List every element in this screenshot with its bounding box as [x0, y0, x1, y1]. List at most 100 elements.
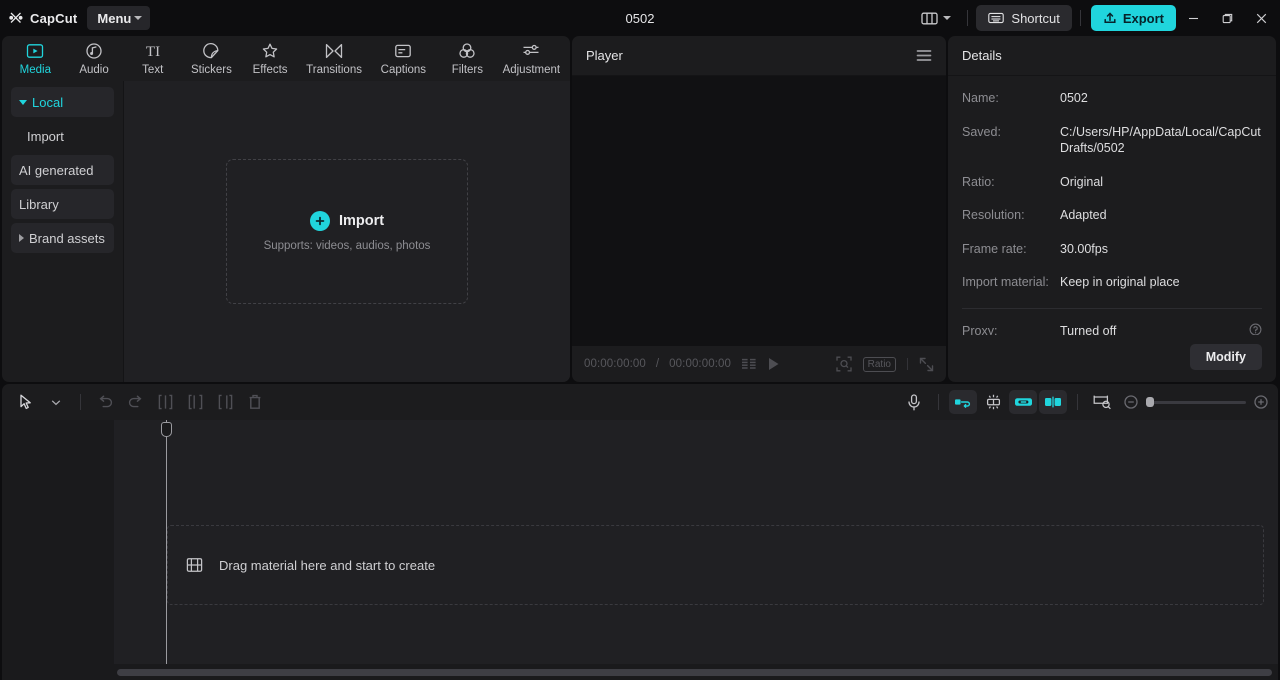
menu-button[interactable]: Menu	[87, 6, 150, 30]
timeline-scrollbar-row	[2, 664, 1278, 680]
zoom-slider[interactable]	[1146, 401, 1246, 404]
app-brand-name: CapCut	[30, 11, 77, 26]
sidebar-item-ai-generated[interactable]: AI generated	[11, 155, 114, 185]
preview-render-button[interactable]	[1088, 389, 1116, 415]
tab-effects-label: Effects	[253, 64, 288, 76]
video-preview-stage[interactable]	[572, 76, 946, 346]
close-button[interactable]	[1244, 2, 1278, 34]
tab-adjustment[interactable]: Adjustment	[497, 36, 566, 76]
tab-effects[interactable]: Effects	[241, 36, 300, 76]
detail-row-frame-rate: Frame rate: 30.00fps	[962, 241, 1262, 258]
zoom-slider-handle[interactable]	[1146, 397, 1154, 407]
detail-label: Resolution:	[962, 207, 1060, 224]
zoom-in-button[interactable]	[1254, 395, 1268, 409]
divider	[80, 394, 81, 410]
link-clips-button[interactable]	[1009, 390, 1037, 414]
divider	[938, 394, 939, 410]
timeline-dropzone[interactable]: Drag material here and start to create	[167, 525, 1264, 605]
select-tool[interactable]	[12, 389, 40, 415]
modify-button[interactable]: Modify	[1190, 344, 1262, 370]
zoom-out-button[interactable]	[1124, 395, 1138, 409]
sidebar-item-import-label: Import	[27, 129, 64, 144]
player-title: Player	[586, 48, 623, 63]
player-panel: Player 00:00:00:00 / 00:00:00:00	[572, 36, 946, 382]
shortcut-button[interactable]: Shortcut	[976, 5, 1071, 31]
import-dropzone-subtitle: Supports: videos, audios, photos	[264, 240, 431, 252]
app-brand: CapCut	[0, 10, 77, 26]
record-voiceover-button[interactable]	[900, 389, 928, 415]
split-button[interactable]	[151, 389, 179, 415]
sidebar-item-brand-assets[interactable]: Brand assets	[11, 223, 114, 253]
timeline-panel: Drag material here and start to create	[2, 384, 1278, 680]
detail-row-import-material: Import material: Keep in original place	[962, 274, 1262, 291]
tab-captions-label: Captions	[381, 64, 426, 76]
keyframe-list-icon[interactable]	[741, 358, 757, 371]
detail-row-saved: Saved: C:/Users/HP/AppData/Local/CapCut …	[962, 124, 1262, 157]
auto-edit-button[interactable]	[949, 390, 977, 414]
detail-label: Proxy:	[962, 323, 1060, 336]
divider	[967, 10, 968, 26]
divider	[907, 358, 908, 370]
import-dropzone-row: Import	[310, 211, 384, 231]
current-time: 00:00:00:00	[584, 358, 646, 370]
tab-stickers[interactable]: Stickers	[182, 36, 241, 76]
tab-media[interactable]: Media	[6, 36, 65, 76]
tab-stickers-label: Stickers	[191, 64, 232, 76]
capcut-logo-icon	[8, 10, 24, 26]
player-header: Player	[572, 36, 946, 76]
zoom-preview-icon[interactable]	[836, 356, 852, 372]
sidebar-item-local[interactable]: Local	[11, 87, 114, 117]
minimize-button[interactable]	[1176, 2, 1210, 34]
import-dropzone[interactable]: Import Supports: videos, audios, photos	[226, 159, 468, 304]
trim-end-button[interactable]	[211, 389, 239, 415]
ratio-button[interactable]: Ratio	[863, 357, 896, 372]
tab-filters[interactable]: Filters	[438, 36, 497, 76]
details-rows: Name: 0502 Saved: C:/Users/HP/AppData/Lo…	[948, 76, 1276, 335]
title-bar-controls: Shortcut Export	[913, 2, 1280, 34]
sidebar-item-library[interactable]: Library	[11, 189, 114, 219]
delete-button[interactable]	[241, 389, 269, 415]
export-upload-icon	[1103, 11, 1117, 25]
maximize-button[interactable]	[1210, 2, 1244, 34]
tab-audio[interactable]: Audio	[65, 36, 124, 76]
layout-switch-button[interactable]	[913, 8, 959, 29]
sidebar-item-import[interactable]: Import	[11, 121, 114, 151]
timeline-horizontal-scrollbar[interactable]	[117, 669, 1272, 676]
library-tabbar: Media Audio TI	[2, 36, 570, 81]
fullscreen-icon[interactable]	[919, 357, 934, 372]
detail-row-proxy: Proxy: Turned off	[962, 323, 1262, 336]
play-button[interactable]	[767, 357, 780, 371]
adjustment-icon	[521, 41, 541, 61]
film-strip-icon	[186, 557, 203, 573]
trim-start-button[interactable]	[181, 389, 209, 415]
library-content: Import Supports: videos, audios, photos	[124, 81, 570, 382]
magnet-snap-button[interactable]	[979, 390, 1007, 414]
upper-zone: Media Audio TI	[0, 36, 1280, 384]
mirror-button[interactable]	[1039, 390, 1067, 414]
detail-row-name: Name: 0502	[962, 90, 1262, 107]
timeline-tracks-area[interactable]: Drag material here and start to create	[115, 420, 1278, 664]
export-button[interactable]: Export	[1091, 5, 1176, 31]
shortcut-button-label: Shortcut	[1011, 11, 1059, 26]
tab-text[interactable]: TI Text	[123, 36, 182, 76]
details-header: Details	[948, 36, 1276, 76]
layout-icon	[921, 12, 938, 25]
stickers-icon	[202, 41, 220, 61]
tab-transitions[interactable]: Transitions	[299, 36, 368, 76]
tab-captions[interactable]: Captions	[369, 36, 438, 76]
details-panel: Details Name: 0502 Saved: C:/Users/HP/Ap…	[948, 36, 1276, 382]
details-divider	[962, 308, 1262, 309]
player-right-controls: Ratio	[836, 356, 934, 372]
help-icon[interactable]	[1249, 323, 1262, 336]
hamburger-icon[interactable]	[916, 49, 932, 62]
detail-value-name: 0502	[1060, 90, 1262, 107]
redo-button[interactable]	[121, 389, 149, 415]
detail-label: Name:	[962, 90, 1060, 107]
undo-button[interactable]	[91, 389, 119, 415]
playhead-handle[interactable]	[161, 422, 172, 437]
select-tool-dropdown[interactable]	[42, 389, 70, 415]
detail-label: Saved:	[962, 124, 1060, 157]
library-panel: Media Audio TI	[2, 36, 570, 382]
details-footer: Modify	[948, 335, 1276, 382]
menu-button-label: Menu	[97, 11, 131, 26]
